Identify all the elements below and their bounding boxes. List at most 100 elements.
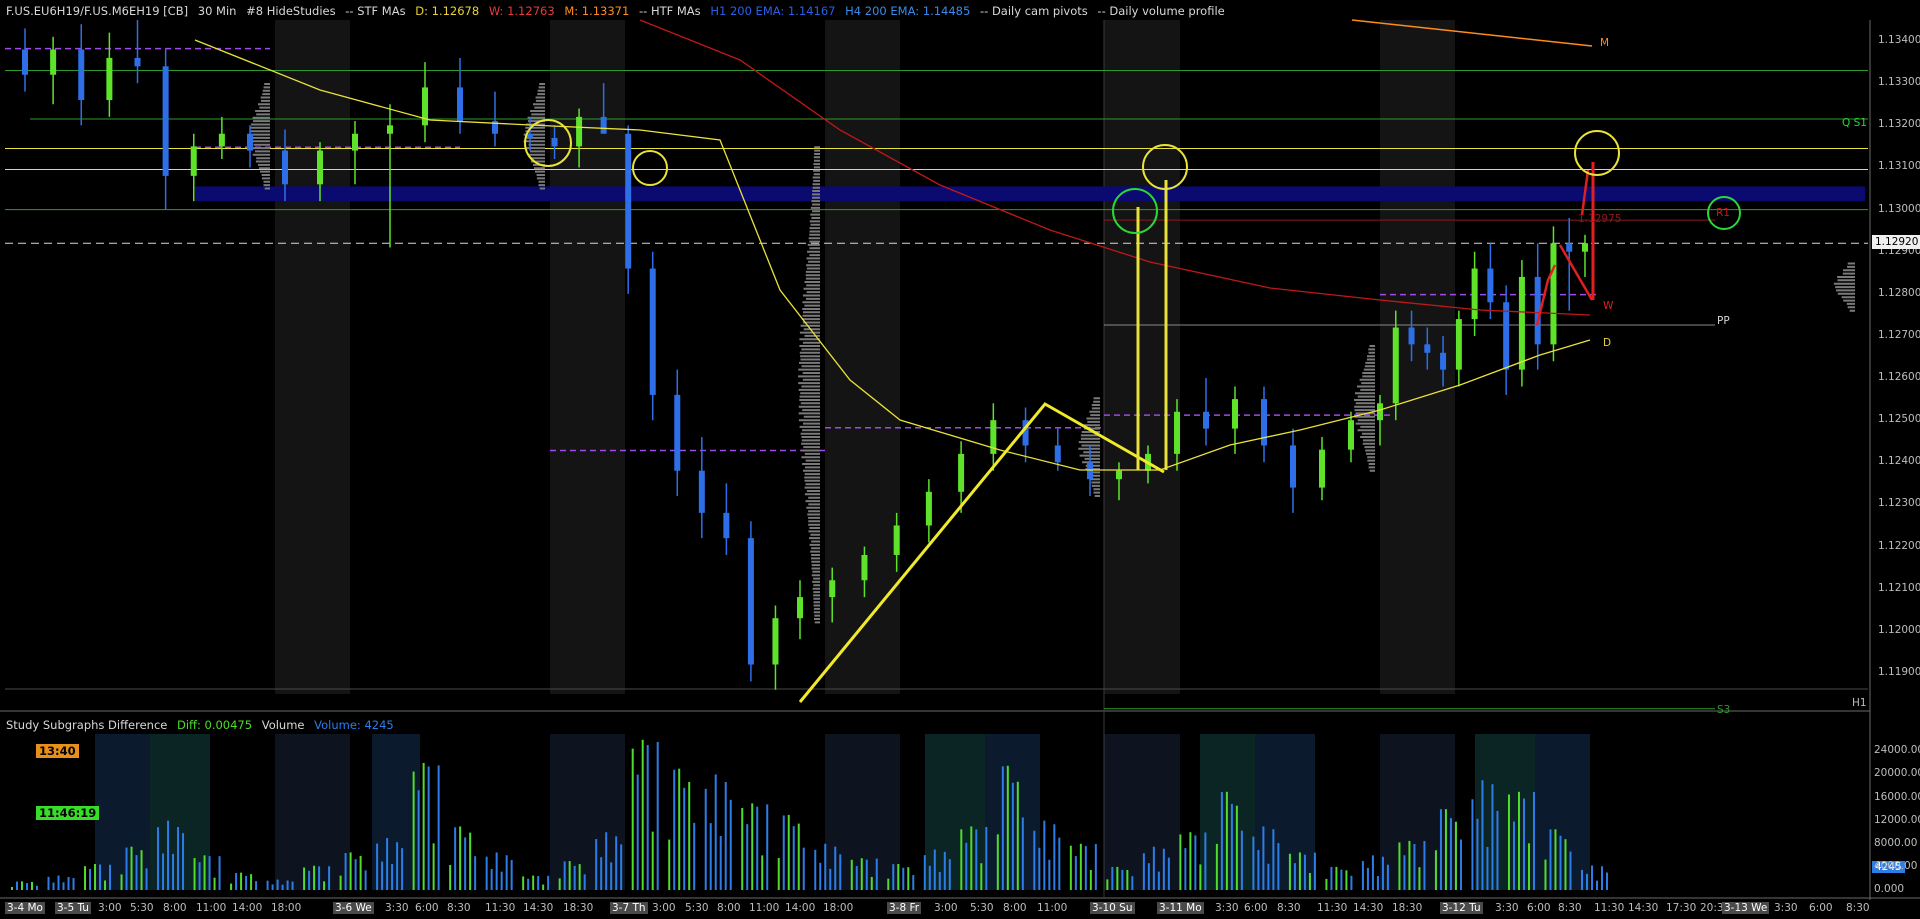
volume-bar bbox=[1230, 803, 1233, 890]
symbol-label[interactable]: F.US.EU6H19/F.US.M6EH19 [CB] bbox=[6, 4, 188, 18]
candle-body bbox=[317, 150, 323, 185]
volume-bar bbox=[47, 876, 50, 890]
volume-tick-label: 16000.00 bbox=[1874, 790, 1920, 803]
volume-bar bbox=[656, 741, 659, 890]
subgraph-diff: Diff: 0.00475 bbox=[177, 718, 253, 732]
session-shade-3 bbox=[1104, 20, 1180, 694]
volume-bar bbox=[474, 856, 477, 890]
price-tick-label: 1.12100 bbox=[1878, 581, 1920, 594]
volume-bar bbox=[1481, 780, 1484, 890]
volume-bar bbox=[1131, 876, 1134, 890]
candle-body bbox=[1348, 420, 1354, 450]
volume-bar bbox=[1340, 869, 1343, 890]
monthly-level-label: M: 1.13371 bbox=[564, 4, 630, 18]
volume-bar bbox=[1544, 859, 1547, 890]
volume-bar bbox=[1403, 855, 1406, 890]
volume-bar bbox=[162, 853, 165, 890]
volume-bar bbox=[303, 867, 306, 890]
volume-bar bbox=[704, 788, 707, 890]
volume-bar bbox=[792, 826, 795, 890]
subgraph-header: Study Subgraphs Difference Diff: 0.00475… bbox=[6, 718, 400, 732]
volume-bar bbox=[510, 860, 513, 890]
time-tick-label: 6:00 bbox=[415, 902, 439, 914]
volume-bar bbox=[500, 871, 503, 890]
volume-bar bbox=[1152, 846, 1155, 890]
volume-bar bbox=[1184, 848, 1187, 890]
study-set-label[interactable]: #8 HideStudies bbox=[246, 4, 335, 18]
volume-tick-label: 8000.00 bbox=[1874, 836, 1918, 849]
h1-ema-label: H1 200 EMA: 1.14167 bbox=[710, 4, 836, 18]
time-tick-label: 8:00 bbox=[1003, 902, 1027, 914]
time-tick-label: 11:30 bbox=[1317, 902, 1348, 914]
volume-bar bbox=[72, 878, 75, 890]
chart-canvas[interactable] bbox=[0, 0, 1920, 919]
time-tick-label: 18:00 bbox=[823, 902, 854, 914]
volume-bar bbox=[943, 851, 946, 890]
volume-bar bbox=[1471, 799, 1474, 890]
volume-bar bbox=[94, 864, 97, 890]
price-tick-label: 1.13400 bbox=[1878, 34, 1920, 47]
volume-bar bbox=[1215, 843, 1218, 890]
volume-bar bbox=[1366, 867, 1369, 890]
volume-bar bbox=[1074, 856, 1077, 890]
r1-price-tag: 1.12975 bbox=[1578, 213, 1622, 226]
value-area-band bbox=[195, 186, 1865, 202]
volume-bar bbox=[1330, 866, 1333, 890]
volume-bar bbox=[364, 870, 367, 890]
volume-profile-5 bbox=[1833, 262, 1855, 312]
volume-bar bbox=[1444, 809, 1447, 890]
volume-bar bbox=[568, 861, 571, 890]
volume-bar bbox=[782, 815, 785, 890]
candle-body bbox=[1392, 327, 1399, 404]
price-tick-label: 1.12400 bbox=[1878, 455, 1920, 468]
volume-bar bbox=[449, 864, 452, 890]
volume-bar bbox=[84, 866, 87, 890]
volume-bar bbox=[631, 748, 634, 890]
volume-bar bbox=[1021, 817, 1024, 890]
candle-body bbox=[282, 150, 288, 185]
volume-bar bbox=[948, 859, 951, 890]
volume-bar bbox=[281, 884, 284, 890]
volume-bar bbox=[522, 876, 525, 890]
volume-bar bbox=[980, 863, 983, 890]
candle-body bbox=[50, 49, 57, 75]
volume-value: Volume: 4245 bbox=[314, 718, 394, 732]
time-tick-label: 3:30 bbox=[1774, 902, 1798, 914]
volume-bar bbox=[1476, 818, 1479, 890]
time-tick-label: 5:30 bbox=[970, 902, 994, 914]
volume-bar bbox=[756, 806, 759, 890]
volume-bar bbox=[276, 879, 279, 890]
volume-bar bbox=[213, 877, 216, 890]
volume-bar bbox=[693, 822, 696, 890]
volume-bar bbox=[376, 843, 379, 890]
volume-bar bbox=[1423, 841, 1426, 890]
volume-bar bbox=[527, 878, 530, 890]
volume-bar bbox=[673, 769, 676, 890]
volume-bar bbox=[203, 855, 206, 890]
volume-bar bbox=[104, 880, 107, 890]
volume-bar bbox=[819, 862, 822, 890]
volume-bar bbox=[839, 854, 842, 890]
volume-bar bbox=[1079, 843, 1082, 890]
candle-body bbox=[78, 49, 85, 101]
volume-bar bbox=[960, 829, 963, 890]
timeframe-label[interactable]: 30 Min bbox=[198, 4, 237, 18]
volume-bar bbox=[651, 831, 654, 890]
time-tick-label: 14:30 bbox=[1353, 902, 1384, 914]
volume-bar bbox=[172, 853, 175, 890]
volume-bar bbox=[1189, 832, 1192, 890]
time-tick-label: 11:30 bbox=[1594, 902, 1625, 914]
volume-bar bbox=[1053, 824, 1056, 890]
time-tick-label: 11:30 bbox=[485, 902, 516, 914]
candle-body bbox=[1550, 243, 1557, 345]
volume-band-8 bbox=[1535, 734, 1590, 890]
volume-bar bbox=[417, 790, 420, 890]
time-tick-label: 3-12 Tu bbox=[1440, 902, 1483, 914]
volume-bar bbox=[1496, 810, 1499, 890]
chart-header: F.US.EU6H19/F.US.M6EH19 [CB] 30 Min #8 H… bbox=[6, 4, 1231, 20]
volume-bar bbox=[865, 859, 868, 890]
volume-bar bbox=[469, 832, 472, 890]
volume-bar bbox=[323, 881, 326, 890]
volume-bar bbox=[109, 864, 112, 890]
volume-bar bbox=[1439, 809, 1442, 890]
